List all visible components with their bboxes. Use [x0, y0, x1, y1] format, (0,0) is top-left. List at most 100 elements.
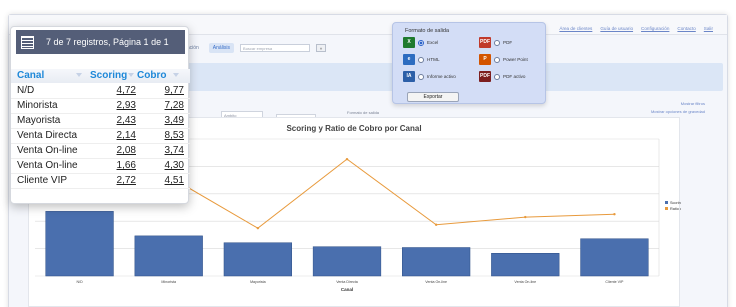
table-row[interactable]: N/D 4,72 9,77: [11, 84, 190, 99]
table-row[interactable]: Venta On-line 2,08 3,74: [11, 144, 190, 159]
x-tick-label: Minorista: [161, 280, 176, 284]
cell-cobro[interactable]: 7,28: [165, 100, 184, 111]
col-cobro[interactable]: Cobro: [137, 70, 166, 81]
cell-canal: Venta Directa: [17, 130, 78, 141]
export-radio[interactable]: [418, 73, 424, 80]
x-tick-label: Mayorista: [250, 280, 266, 284]
export-option-label: PDF: [503, 40, 513, 45]
cell-canal: Venta On-line: [17, 145, 78, 156]
cell-scoring[interactable]: 1,66: [117, 160, 136, 171]
export-button[interactable]: Exportar: [407, 92, 459, 102]
ratio-point: [524, 215, 527, 219]
top-link-contacto[interactable]: Contacto: [677, 26, 695, 31]
show-severity-link[interactable]: Mostrar opciones de gravedad: [651, 108, 705, 116]
cell-cobro[interactable]: 8,53: [165, 130, 184, 141]
export-option-power-point[interactable]: P Power Point: [479, 54, 528, 65]
legend-swatch: [665, 207, 668, 210]
format-label: Formato de salida: [347, 110, 380, 115]
sub-links: Mostrar filtros Mostrar opciones de grav…: [651, 100, 705, 116]
export-radio[interactable]: [494, 39, 500, 46]
export-option-informe-activo[interactable]: IA Informe activo: [403, 71, 456, 82]
sort-canal-icon[interactable]: [76, 73, 82, 77]
table-row[interactable]: Mayorista 2,43 3,49: [11, 114, 190, 129]
table-row[interactable]: Cliente VIP 2,72 4,51: [11, 174, 190, 189]
tab-analisis[interactable]: Análisis: [208, 43, 235, 53]
export-title: Formato de salida: [405, 28, 450, 34]
x-tick-label: Cliente VIP: [605, 280, 624, 284]
active-report-icon: IA: [403, 71, 415, 82]
table-header: 7 de 7 registros, Página 1 de 1: [16, 30, 185, 54]
x-tick-label: N/D: [76, 280, 83, 284]
chart-bar: [223, 242, 292, 277]
top-link-configuracion[interactable]: Configuración: [641, 26, 669, 31]
export-option-label: Informe activo: [427, 74, 456, 79]
html-icon: e: [403, 54, 415, 65]
pdf-icon: PDF: [479, 37, 491, 48]
col-scoring[interactable]: Scoring: [90, 70, 127, 81]
chart-bar: [134, 235, 203, 277]
top-link-salir[interactable]: Salir: [704, 26, 713, 31]
legend-label: Scoring: [670, 201, 681, 205]
col-canal[interactable]: Canal: [17, 70, 44, 81]
export-panel: Formato de salida X Excel PDF PDF e HTML P Powe…: [392, 22, 546, 104]
chart-bar: [580, 238, 649, 277]
ratio-point: [256, 226, 260, 230]
cell-cobro[interactable]: 3,49: [165, 115, 184, 126]
cell-canal: Mayorista: [17, 115, 61, 126]
ratio-point: [434, 223, 438, 226]
export-option-label: PDF activo: [503, 74, 526, 79]
cell-scoring[interactable]: 4,72: [117, 85, 136, 96]
chart-bar: [312, 246, 382, 277]
chart-bar: [45, 211, 114, 277]
x-tick-label: Venta On-line: [425, 280, 447, 284]
ratio-point: [345, 157, 349, 161]
cell-cobro[interactable]: 9,77: [165, 85, 184, 96]
cell-scoring[interactable]: 2,14: [117, 130, 136, 141]
data-table-card: 7 de 7 registros, Página 1 de 1 Canal Sc…: [10, 26, 190, 204]
cell-cobro[interactable]: 4,51: [165, 175, 184, 186]
search-input[interactable]: Buscar empresa: [240, 44, 311, 52]
export-radio[interactable]: [494, 73, 500, 80]
cell-cobro[interactable]: 4,30: [165, 160, 184, 171]
top-link-guia[interactable]: Guía de usuario: [600, 26, 633, 31]
legend-label: Ratio de Cobro: [670, 207, 681, 211]
active-pdf-icon: PDF: [479, 71, 491, 82]
export-option-pdf[interactable]: PDF PDF: [479, 37, 512, 48]
cell-canal: N/D: [17, 85, 35, 96]
table-grid-icon[interactable]: [21, 35, 34, 49]
cell-canal: Venta On-line: [17, 160, 78, 171]
search-go-button[interactable]: »: [316, 44, 327, 52]
top-link-clientes[interactable]: Área de clientes: [559, 26, 592, 31]
x-tick-label: Venta On-line: [514, 280, 536, 284]
cell-scoring[interactable]: 2,43: [117, 115, 136, 126]
chart-bar: [402, 247, 471, 277]
x-axis-label: Canal: [341, 287, 353, 292]
legend-swatch: [665, 201, 668, 204]
table-row[interactable]: Minorista 2,93 7,28: [11, 99, 190, 114]
top-links: Área de clientes Guía de usuario Configu…: [559, 26, 713, 31]
export-option-pdf-activo[interactable]: PDF PDF activo: [479, 71, 525, 82]
export-option-excel[interactable]: X Excel: [403, 37, 438, 48]
export-option-html[interactable]: e HTML: [403, 54, 440, 65]
nav-row: rmación Análisis Buscar empresa »: [177, 43, 327, 53]
export-radio[interactable]: [418, 56, 424, 63]
cell-canal: Minorista: [17, 100, 58, 111]
records-info: 7 de 7 registros, Página 1 de 1: [46, 37, 169, 47]
cell-scoring[interactable]: 2,08: [117, 145, 136, 156]
export-radio[interactable]: [418, 39, 424, 46]
table-row[interactable]: Venta Directa 2,14 8,53: [11, 129, 190, 144]
export-option-label: Excel: [427, 40, 439, 45]
cell-cobro[interactable]: 3,74: [165, 145, 184, 156]
chart-bar: [491, 253, 560, 277]
sort-scoring-icon[interactable]: [128, 73, 134, 77]
sort-cobro-icon[interactable]: [173, 73, 179, 77]
excel-icon: X: [403, 37, 415, 48]
cell-scoring[interactable]: 2,72: [117, 175, 136, 186]
show-filters-link[interactable]: Mostrar filtros: [651, 100, 705, 108]
table-row[interactable]: Venta On-line 1,66 4,30: [11, 159, 190, 174]
export-radio[interactable]: [494, 56, 500, 63]
export-option-label: HTML: [427, 57, 440, 62]
ratio-point: [613, 213, 616, 216]
export-option-label: Power Point: [503, 57, 528, 62]
cell-scoring[interactable]: 2,93: [117, 100, 136, 111]
